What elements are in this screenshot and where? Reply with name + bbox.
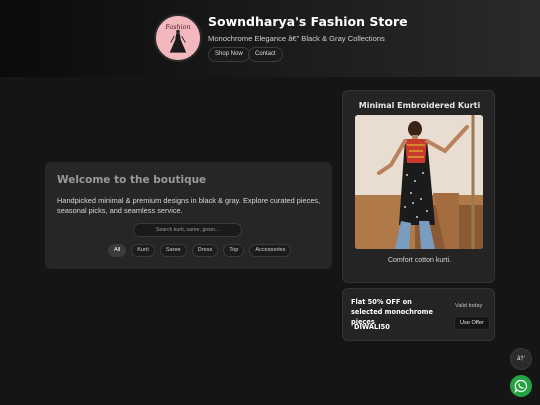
chip-all[interactable]: All bbox=[108, 244, 127, 257]
product-title: Minimal Embroidered Kurti bbox=[358, 101, 481, 110]
store-tagline: Monochrome Elegance â€” Black & Gray Col… bbox=[208, 34, 385, 43]
offer-code: DIWALI50 bbox=[354, 323, 390, 331]
product-image[interactable] bbox=[355, 115, 483, 249]
store-title: Sowndharya's Fashion Store bbox=[208, 14, 408, 29]
search-input[interactable] bbox=[133, 223, 242, 237]
contact-button[interactable]: Contact bbox=[248, 47, 283, 62]
welcome-card: Welcome to the boutique Handpicked minim… bbox=[45, 162, 332, 269]
welcome-title: Welcome to the boutique bbox=[57, 174, 207, 186]
product-caption: Comfort cotton kurti. bbox=[387, 257, 452, 264]
whatsapp-icon bbox=[514, 379, 528, 393]
site-header: Fashion Sowndharya's Fashion Store Monoc… bbox=[0, 0, 540, 77]
whatsapp-button[interactable] bbox=[510, 375, 532, 397]
dress-logo-icon[interactable]: Fashion bbox=[154, 14, 202, 62]
offer-card: Flat 50% OFF on selected monochrome piec… bbox=[342, 288, 495, 341]
chip-kurti[interactable]: Kurti bbox=[131, 244, 155, 257]
scroll-top-label: â†‘ bbox=[516, 356, 525, 362]
chip-saree[interactable]: Saree bbox=[159, 244, 187, 257]
offer-validity: Valid today bbox=[455, 303, 483, 309]
chip-dress[interactable]: Dress bbox=[191, 244, 219, 257]
chip-top[interactable]: Top bbox=[223, 244, 245, 257]
featured-product-card[interactable]: Minimal Embroidered Kurti Comfort cotton… bbox=[342, 90, 495, 283]
use-offer-button[interactable]: Use Offer bbox=[454, 316, 490, 330]
shop-now-button[interactable]: Shop Now bbox=[208, 47, 250, 62]
chip-accessories[interactable]: Accessories bbox=[249, 244, 292, 257]
welcome-description: Handpicked minimal & premium designs in … bbox=[57, 196, 321, 215]
category-chips: All Kurti Saree Dress Top Accessories bbox=[108, 244, 292, 257]
scroll-top-button[interactable]: â†‘ bbox=[510, 348, 532, 370]
svg-text:Fashion: Fashion bbox=[164, 23, 190, 31]
